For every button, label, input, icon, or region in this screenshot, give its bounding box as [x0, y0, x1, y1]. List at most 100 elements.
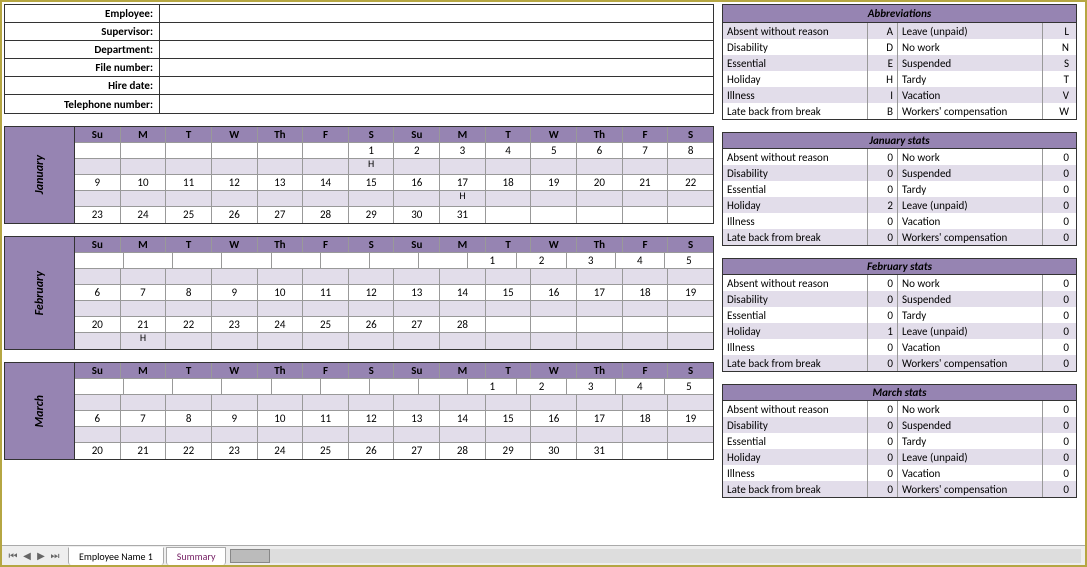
calendar-cell[interactable]: 29 — [349, 207, 395, 223]
calendar-cell[interactable]: 18 — [486, 175, 532, 191]
calendar-cell[interactable] — [258, 301, 304, 317]
calendar-cell[interactable]: 10 — [121, 175, 167, 191]
calendar-cell[interactable]: 7 — [121, 411, 167, 427]
calendar-cell[interactable] — [370, 379, 419, 395]
calendar-cell[interactable] — [440, 427, 486, 443]
calendar-cell[interactable] — [668, 159, 713, 175]
calendar-cell[interactable] — [531, 191, 577, 207]
calendar-cell[interactable] — [577, 427, 623, 443]
calendar-cell[interactable]: 25 — [166, 207, 212, 223]
calendar-cell[interactable] — [440, 395, 486, 411]
calendar-cell[interactable] — [166, 427, 212, 443]
calendar-cell[interactable] — [623, 207, 669, 223]
calendar-cell[interactable]: 6 — [75, 411, 121, 427]
calendar-cell[interactable] — [623, 395, 669, 411]
calendar-cell[interactable] — [623, 427, 669, 443]
calendar-cell[interactable] — [212, 269, 258, 285]
calendar-cell[interactable] — [258, 191, 304, 207]
department-value[interactable] — [160, 41, 713, 58]
calendar-cell[interactable]: 16 — [394, 175, 440, 191]
calendar-cell[interactable]: 20 — [75, 317, 121, 333]
calendar-cell[interactable] — [486, 317, 532, 333]
calendar-cell[interactable] — [75, 427, 121, 443]
calendar-cell[interactable]: 23 — [75, 207, 121, 223]
calendar-cell[interactable]: 24 — [121, 207, 167, 223]
calendar-cell[interactable] — [303, 143, 349, 159]
calendar-cell[interactable] — [258, 395, 304, 411]
calendar-cell[interactable] — [258, 159, 304, 175]
calendar-cell[interactable] — [668, 427, 713, 443]
calendar-cell[interactable]: 8 — [166, 285, 212, 301]
calendar-cell[interactable] — [577, 317, 623, 333]
calendar-cell[interactable]: 27 — [394, 443, 440, 459]
calendar-cell[interactable] — [212, 427, 258, 443]
calendar-cell[interactable] — [531, 317, 577, 333]
calendar-cell[interactable]: 17 — [577, 285, 623, 301]
calendar-cell[interactable]: 12 — [349, 285, 395, 301]
calendar-cell[interactable] — [623, 269, 669, 285]
calendar-cell[interactable]: 7 — [121, 285, 167, 301]
calendar-cell[interactable] — [668, 207, 713, 223]
calendar-cell[interactable] — [668, 443, 713, 459]
calendar-cell[interactable] — [486, 207, 532, 223]
calendar-cell[interactable] — [531, 159, 577, 175]
calendar-cell[interactable]: 21 — [623, 175, 669, 191]
calendar-cell[interactable]: 13 — [394, 285, 440, 301]
calendar-cell[interactable]: 24 — [258, 317, 304, 333]
calendar-cell[interactable]: 15 — [486, 411, 532, 427]
calendar-cell[interactable]: 19 — [668, 285, 713, 301]
calendar-cell[interactable] — [212, 395, 258, 411]
calendar-cell[interactable] — [166, 159, 212, 175]
calendar-cell[interactable] — [668, 301, 713, 317]
calendar-cell[interactable]: 7 — [623, 143, 669, 159]
calendar-cell[interactable] — [577, 207, 623, 223]
calendar-cell[interactable]: H — [440, 191, 486, 207]
calendar-cell[interactable] — [121, 301, 167, 317]
calendar-cell[interactable] — [124, 379, 173, 395]
calendar-cell[interactable]: 28 — [440, 317, 486, 333]
calendar-cell[interactable]: 2 — [394, 143, 440, 159]
calendar-cell[interactable]: 25 — [303, 443, 349, 459]
calendar-cell[interactable]: 22 — [166, 317, 212, 333]
calendar-cell[interactable]: 11 — [166, 175, 212, 191]
calendar-cell[interactable] — [577, 269, 623, 285]
calendar-cell[interactable] — [394, 301, 440, 317]
calendar-cell[interactable] — [303, 333, 349, 349]
calendar-cell[interactable] — [75, 191, 121, 207]
tab-nav-prev-icon[interactable]: ◀ — [20, 549, 34, 563]
calendar-cell[interactable]: H — [121, 333, 167, 349]
calendar-cell[interactable] — [75, 395, 121, 411]
calendar-cell[interactable]: 10 — [258, 285, 304, 301]
calendar-cell[interactable] — [349, 191, 395, 207]
calendar-cell[interactable] — [121, 269, 167, 285]
calendar-cell[interactable] — [668, 317, 713, 333]
calendar-cell[interactable]: 5 — [665, 379, 713, 395]
calendar-cell[interactable] — [531, 269, 577, 285]
calendar-cell[interactable] — [303, 269, 349, 285]
telephone-value[interactable] — [160, 95, 713, 113]
calendar-cell[interactable] — [623, 317, 669, 333]
calendar-cell[interactable]: 3 — [567, 379, 616, 395]
tab-nav-next-icon[interactable]: ▶ — [34, 549, 48, 563]
calendar-cell[interactable] — [166, 143, 212, 159]
calendar-cell[interactable] — [349, 269, 395, 285]
calendar-cell[interactable] — [166, 333, 212, 349]
calendar-cell[interactable]: 10 — [258, 411, 304, 427]
calendar-cell[interactable]: 20 — [75, 443, 121, 459]
calendar-cell[interactable] — [166, 269, 212, 285]
calendar-cell[interactable]: 3 — [440, 143, 486, 159]
calendar-cell[interactable] — [577, 395, 623, 411]
calendar-cell[interactable]: 17 — [577, 411, 623, 427]
calendar-cell[interactable] — [124, 253, 173, 269]
calendar-cell[interactable]: 6 — [577, 143, 623, 159]
calendar-cell[interactable]: 19 — [531, 175, 577, 191]
calendar-cell[interactable]: 4 — [616, 253, 665, 269]
tab-nav-last-icon[interactable]: ⏭ — [48, 549, 62, 563]
horizontal-scrollbar[interactable] — [230, 549, 1081, 563]
calendar-cell[interactable]: 4 — [486, 143, 532, 159]
calendar-cell[interactable] — [258, 333, 304, 349]
calendar-cell[interactable] — [668, 269, 713, 285]
tab-summary[interactable]: Summary — [166, 547, 227, 565]
calendar-cell[interactable] — [121, 159, 167, 175]
calendar-cell[interactable] — [121, 191, 167, 207]
